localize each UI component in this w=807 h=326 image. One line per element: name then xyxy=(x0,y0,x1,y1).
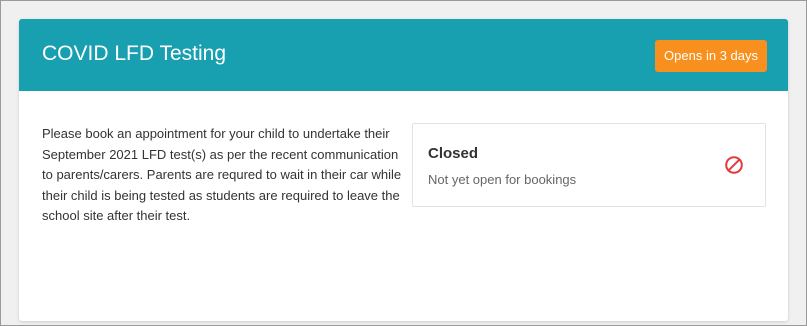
testing-card: COVID LFD Testing Opens in 3 days Please… xyxy=(19,19,788,321)
page-frame: COVID LFD Testing Opens in 3 days Please… xyxy=(0,0,807,326)
booking-note: Not yet open for bookings xyxy=(428,172,577,187)
booking-status: Closed xyxy=(428,145,479,162)
status-badge: Opens in 3 days xyxy=(655,40,767,72)
description-text: Please book an appointment for your chil… xyxy=(42,126,402,223)
prohibited-icon xyxy=(725,156,743,174)
booking-status-panel: Closed Not yet open for bookings xyxy=(412,123,766,207)
card-header: COVID LFD Testing Opens in 3 days xyxy=(19,19,788,91)
card-description: Please book an appointment for your chil… xyxy=(42,124,402,227)
card-title: COVID LFD Testing xyxy=(42,42,227,65)
